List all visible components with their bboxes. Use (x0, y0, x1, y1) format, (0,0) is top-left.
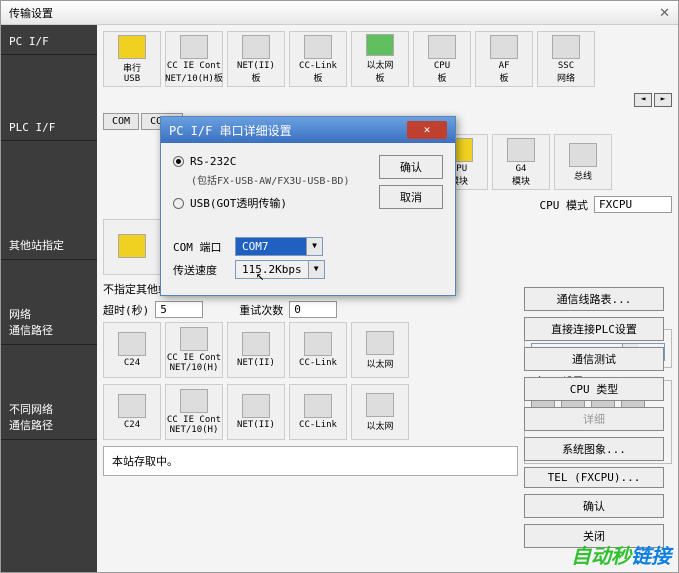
radio-icon (173, 198, 184, 209)
route-list-button[interactable]: 通信线路表... (524, 287, 664, 311)
icon-c24[interactable]: C24 (103, 322, 161, 378)
icon-netii2[interactable]: NET(II) (227, 322, 285, 378)
device-icon (118, 394, 146, 418)
device-icon (304, 394, 332, 418)
retry-label: 重试次数 (239, 302, 283, 318)
device-icon (552, 35, 580, 59)
icon-ccie2[interactable]: CC IE Cont NET/10(H) (165, 322, 223, 378)
direct-plc-button[interactable]: 直接连接PLC设置 (524, 317, 664, 341)
icon-cclink[interactable]: CC-Link 板 (289, 31, 347, 87)
icon-g4[interactable]: G4 模块 (492, 134, 550, 190)
icon-eth3[interactable]: 以太网 (351, 384, 409, 440)
content: PC I/F PLC I/F 其他站指定 网络 通信路径 不同网络 通信路径 串… (1, 25, 678, 572)
icon-bus[interactable]: 总线 (554, 134, 612, 190)
device-icon (242, 332, 270, 356)
nav-left[interactable]: ◄ (634, 93, 652, 107)
device-icon (490, 35, 518, 59)
sidebar-item-plcif[interactable]: PLC I/F (1, 115, 97, 141)
icon-cclink3[interactable]: CC-Link (289, 384, 347, 440)
main-panel: 串行 USB CC IE Cont NET/10(H)板 NET(II) 板 C… (97, 25, 678, 572)
com-port-label: COM 端口 (173, 239, 229, 255)
cpu-mode-label: CPU 模式 (540, 197, 589, 213)
ok-button[interactable]: 确认 (524, 494, 664, 518)
cpu-mode-input[interactable] (594, 196, 672, 213)
retry-input[interactable] (289, 301, 337, 318)
device-icon (180, 35, 208, 59)
dialog-title-bar: PC I/F 串口详细设置 ✕ (161, 117, 455, 143)
icon-cpu[interactable]: CPU 板 (413, 31, 471, 87)
status-text: 本站存取中。 (112, 455, 178, 468)
title-bar: 传输设置 ✕ (1, 1, 678, 25)
sidebar-item-diffnetwork[interactable]: 不同网络 通信路径 (1, 395, 97, 440)
icon-ssc[interactable]: SSC 网络 (537, 31, 595, 87)
comm-test-button[interactable]: 通信测试 (524, 347, 664, 371)
icon-cclink2[interactable]: CC-Link (289, 322, 347, 378)
dialog-cancel-button[interactable]: 取消 (379, 185, 443, 209)
timeout-label: 超时(秒) (103, 302, 149, 318)
network-icon-row: C24 CC IE Cont NET/10(H) NET(II) CC-Link… (103, 322, 518, 378)
pcif-icon-row: 串行 USB CC IE Cont NET/10(H)板 NET(II) 板 C… (103, 31, 672, 87)
radio-icon (173, 156, 184, 167)
sidebar-item-pcif[interactable]: PC I/F (1, 29, 97, 55)
device-icon (118, 234, 146, 258)
icon-nostation[interactable] (103, 219, 161, 275)
device-icon (569, 143, 597, 167)
diffnetwork-icon-row: C24 CC IE Cont NET/10(H) NET(II) CC-Link… (103, 384, 518, 440)
tab-com[interactable]: COM (103, 113, 139, 130)
baud-combo[interactable]: 115.2Kbps ▼ (235, 260, 325, 279)
dialog-close-button[interactable]: ✕ (407, 121, 447, 139)
icon-netii[interactable]: NET(II) 板 (227, 31, 285, 87)
chevron-down-icon[interactable]: ▼ (308, 261, 324, 278)
device-icon (118, 332, 146, 356)
close-button[interactable]: 关闭 (524, 524, 664, 548)
sidebar-item-otherstation[interactable]: 其他站指定 (1, 231, 97, 260)
device-icon (180, 327, 208, 351)
sidebar: PC I/F PLC I/F 其他站指定 网络 通信路径 不同网络 通信路径 (1, 25, 97, 572)
device-icon (304, 332, 332, 356)
device-icon (366, 34, 394, 56)
chevron-down-icon[interactable]: ▼ (306, 238, 322, 255)
cpu-type-button[interactable]: CPU 类型 (524, 377, 664, 401)
nav-arrows: ◄ ► (634, 93, 672, 107)
tel-button[interactable]: TEL (FXCPU)... (524, 467, 664, 488)
dialog-title: PC I/F 串口详细设置 (169, 122, 292, 139)
timeout-input[interactable] (155, 301, 203, 318)
icon-ccie3[interactable]: CC IE Cont NET/10(H) (165, 384, 223, 440)
status-bar: 本站存取中。 (103, 446, 518, 476)
sys-image-button[interactable]: 系统图象... (524, 437, 664, 461)
device-icon (242, 394, 270, 418)
device-icon (242, 35, 270, 59)
device-icon (507, 138, 535, 162)
icon-eth2[interactable]: 以太网 (351, 322, 409, 378)
icon-ccie[interactable]: CC IE Cont NET/10(H)板 (165, 31, 223, 87)
device-icon (366, 393, 394, 417)
nav-right[interactable]: ► (654, 93, 672, 107)
icon-af[interactable]: AF 板 (475, 31, 533, 87)
close-icon[interactable]: ✕ (659, 5, 670, 21)
com-port-combo[interactable]: COM7 ▼ (235, 237, 323, 256)
icon-netii3[interactable]: NET(II) (227, 384, 285, 440)
detail-button: 详细 (524, 407, 664, 431)
device-icon (118, 35, 146, 59)
window-title: 传输设置 (9, 5, 53, 21)
serial-detail-dialog: PC I/F 串口详细设置 ✕ 确认 取消 RS-232C (包括FX-USB-… (160, 116, 456, 296)
device-icon (180, 389, 208, 413)
icon-c24b[interactable]: C24 (103, 384, 161, 440)
device-icon (304, 35, 332, 59)
icon-ethernet[interactable]: 以太网 板 (351, 31, 409, 87)
dialog-ok-button[interactable]: 确认 (379, 155, 443, 179)
baud-label: 传送速度 (173, 262, 229, 278)
icon-serial-usb[interactable]: 串行 USB (103, 31, 161, 87)
device-icon (366, 331, 394, 355)
sidebar-item-network[interactable]: 网络 通信路径 (1, 300, 97, 345)
right-button-column: 通信线路表... 直接连接PLC设置 通信测试 CPU 类型 详细 系统图象..… (524, 287, 664, 548)
device-icon (428, 35, 456, 59)
